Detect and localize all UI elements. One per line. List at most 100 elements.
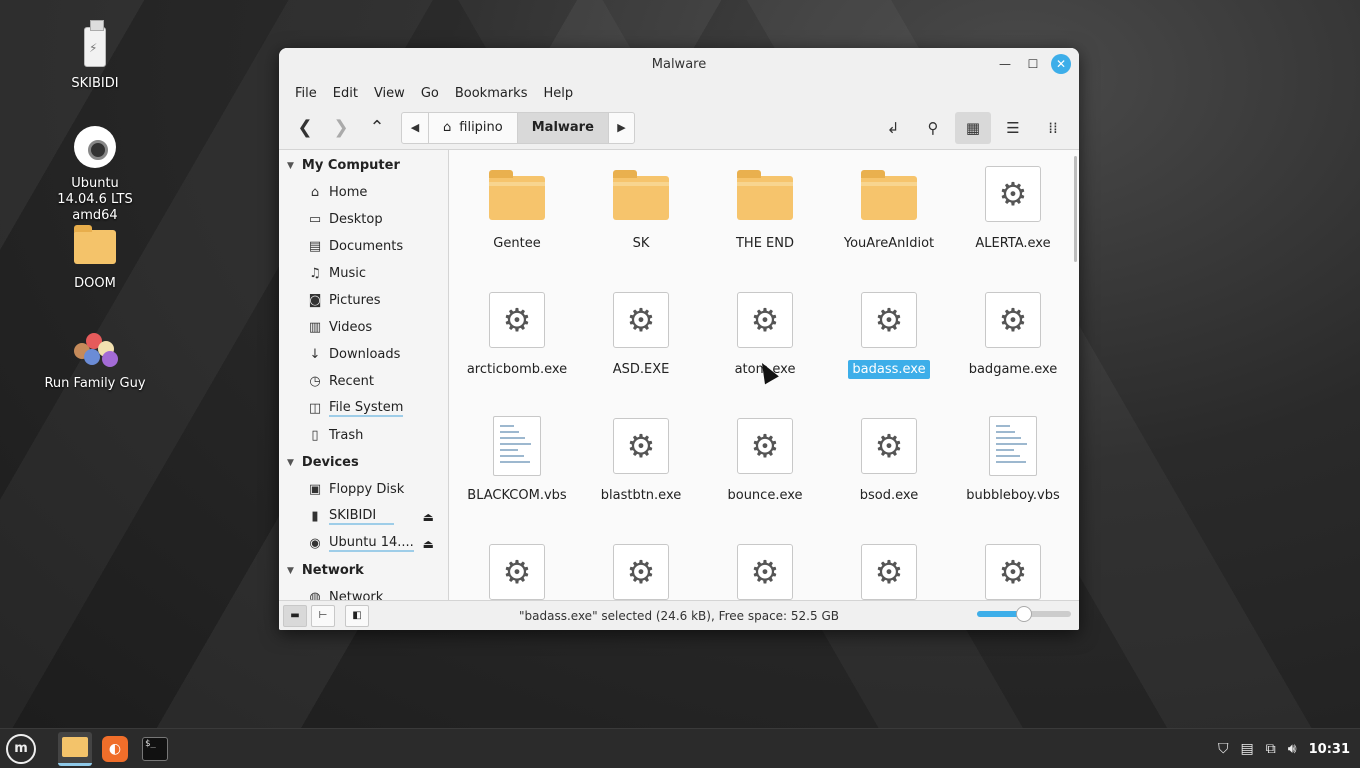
- file-item[interactable]: ⚙ arcticbomb.exe: [455, 290, 579, 379]
- sidebar-item-file-system[interactable]: ◫ File System: [279, 395, 448, 422]
- taskbar-terminal[interactable]: $_: [138, 732, 172, 766]
- forward-button[interactable]: ❯: [323, 112, 359, 144]
- file-name: bsod.exe: [859, 488, 919, 503]
- floppy-icon: ▣: [308, 482, 322, 497]
- sidebar-section-network[interactable]: ▼ Network: [279, 557, 448, 584]
- sidebar-section-devices[interactable]: ▼ Devices: [279, 449, 448, 476]
- menu-edit[interactable]: Edit: [325, 86, 366, 101]
- desktop-icon-skibidi[interactable]: SKIBIDI: [40, 20, 150, 92]
- desktop-icon-ubuntu-disc[interactable]: Ubuntu 14.04.6 LTS amd64: [40, 122, 150, 224]
- folder-icon: [861, 170, 917, 220]
- sidebar-section-my-computer[interactable]: ▼ My Computer: [279, 152, 448, 179]
- file-manager-window: Malware — ☐ ✕ File Edit View Go Bookmark…: [279, 48, 1079, 630]
- menu-go[interactable]: Go: [413, 86, 447, 101]
- file-item[interactable]: ⚙ badgame.exe: [951, 290, 1075, 379]
- breadcrumb-current[interactable]: Malware: [516, 112, 608, 143]
- eject-icon[interactable]: ⏏: [423, 537, 434, 551]
- hide-sidebar-button[interactable]: ◧: [345, 604, 369, 627]
- path-scroll-left-button[interactable]: ◀: [402, 113, 428, 143]
- sidebar-item-desktop[interactable]: ▭ Desktop: [279, 206, 448, 233]
- title-bar[interactable]: Malware — ☐ ✕: [279, 48, 1079, 80]
- gear-icon: ⚙: [489, 292, 545, 348]
- file-item[interactable]: Gentee: [455, 164, 579, 253]
- gear-icon: ⚙: [985, 166, 1041, 222]
- zoom-slider-handle[interactable]: [1016, 606, 1032, 622]
- file-item[interactable]: ⚙ badass.exe: [827, 290, 951, 379]
- file-item[interactable]: BLACKCOM.vbs: [455, 416, 579, 505]
- camera-icon: ◙: [308, 293, 322, 308]
- search-icon: ⚲: [927, 119, 939, 137]
- file-item[interactable]: ⚙ bsod.exe: [827, 416, 951, 505]
- show-places-button[interactable]: ▬: [283, 604, 307, 627]
- up-button[interactable]: ⌃: [359, 112, 395, 144]
- maximize-button[interactable]: ☐: [1023, 54, 1043, 74]
- breadcrumb-home[interactable]: ⌂ filipino: [428, 112, 517, 143]
- back-button[interactable]: ❮: [287, 112, 323, 144]
- gear-icon: ⚙: [613, 544, 669, 600]
- eject-icon[interactable]: ⏏: [423, 510, 434, 524]
- file-name: THE END: [735, 236, 794, 251]
- path-scroll-right-button[interactable]: ▶: [607, 112, 634, 143]
- list-view-button[interactable]: ☰: [995, 112, 1031, 144]
- shield-icon[interactable]: ⛉: [1218, 741, 1229, 757]
- sidebar-item-network[interactable]: ◍ Network: [279, 584, 448, 600]
- home-icon: ⌂: [443, 120, 452, 135]
- menu-bookmarks[interactable]: Bookmarks: [447, 86, 536, 101]
- file-item[interactable]: ⚙ bounce.exe: [703, 416, 827, 505]
- sidebar-item-videos[interactable]: ▥ Videos: [279, 314, 448, 341]
- volume-icon[interactable]: 🔊︎: [1288, 741, 1297, 757]
- file-item[interactable]: ⚙: [951, 542, 1075, 600]
- file-item[interactable]: YouAreAnIdiot: [827, 164, 951, 253]
- firefox-icon: ◐: [102, 735, 128, 762]
- show-treeview-button[interactable]: ⊢: [311, 604, 335, 627]
- minimize-button[interactable]: —: [995, 54, 1015, 74]
- collapse-triangle-icon: ▼: [287, 160, 294, 171]
- compact-view-button[interactable]: ⁞⁞: [1035, 112, 1071, 144]
- film-icon: ▥: [308, 320, 322, 335]
- sidebar-item-pictures[interactable]: ◙ Pictures: [279, 287, 448, 314]
- menu-file[interactable]: File: [287, 86, 325, 101]
- optical-disc-icon: [74, 126, 116, 168]
- desktop-icon-doom[interactable]: DOOM: [40, 222, 150, 292]
- sidebar-item-ubuntu-disc[interactable]: ◉ Ubuntu 14.... ⏏: [279, 530, 448, 557]
- close-button[interactable]: ✕: [1051, 54, 1071, 74]
- file-item[interactable]: SK: [579, 164, 703, 253]
- file-item[interactable]: ⚙: [703, 542, 827, 600]
- network-icon[interactable]: ⧉: [1266, 741, 1276, 757]
- zoom-slider[interactable]: [977, 606, 1071, 622]
- menu-help[interactable]: Help: [535, 86, 581, 101]
- taskbar-file-manager[interactable]: [58, 731, 92, 766]
- file-item[interactable]: ⚙ ASD.EXE: [579, 290, 703, 379]
- collapse-triangle-icon: ▼: [287, 457, 294, 468]
- sidebar-item-recent[interactable]: ◷ Recent: [279, 368, 448, 395]
- taskbar-firefox[interactable]: ◐: [98, 732, 132, 766]
- file-item[interactable]: bubbleboy.vbs: [951, 416, 1075, 505]
- sidebar-item-documents[interactable]: ▤ Documents: [279, 233, 448, 260]
- menu-view[interactable]: View: [366, 86, 413, 101]
- icon-view-button[interactable]: ▦: [955, 112, 991, 144]
- globe-icon: ◍: [309, 590, 321, 600]
- file-item[interactable]: ⚙: [827, 542, 951, 600]
- desktop-icon-run-family-guy[interactable]: Run Family Guy: [40, 322, 150, 392]
- taskbar: m ◐ $_ ⛉ ▤ ⧉ 🔊︎ 10:31: [0, 728, 1360, 768]
- gear-icon: ⚙: [489, 544, 545, 600]
- toggle-location-entry-button[interactable]: ↲: [875, 112, 911, 144]
- clipboard-icon[interactable]: ▤: [1241, 741, 1254, 757]
- file-item[interactable]: ⚙ blastbtn.exe: [579, 416, 703, 505]
- sidebar-item-home[interactable]: ⌂ Home: [279, 179, 448, 206]
- sidebar-item-trash[interactable]: ▯ Trash: [279, 422, 448, 449]
- search-button[interactable]: ⚲: [915, 112, 951, 144]
- sidebar-item-floppy-disk[interactable]: ▣ Floppy Disk: [279, 476, 448, 503]
- mint-menu-button[interactable]: m: [6, 733, 36, 764]
- clock[interactable]: 10:31: [1309, 742, 1350, 757]
- file-item[interactable]: THE END: [703, 164, 827, 253]
- list-view-icon: ☰: [1006, 119, 1020, 137]
- sidebar-item-downloads[interactable]: ↓ Downloads: [279, 341, 448, 368]
- sidebar-item-music[interactable]: ♫ Music: [279, 260, 448, 287]
- terminal-icon: $_: [142, 736, 168, 761]
- music-icon: ♫: [309, 266, 321, 281]
- file-item[interactable]: ⚙: [455, 542, 579, 600]
- sidebar-item-skibidi[interactable]: ▮ SKIBIDI ⏏: [279, 503, 448, 530]
- file-item[interactable]: ⚙: [579, 542, 703, 600]
- file-item[interactable]: ⚙ ALERTA.exe: [951, 164, 1075, 253]
